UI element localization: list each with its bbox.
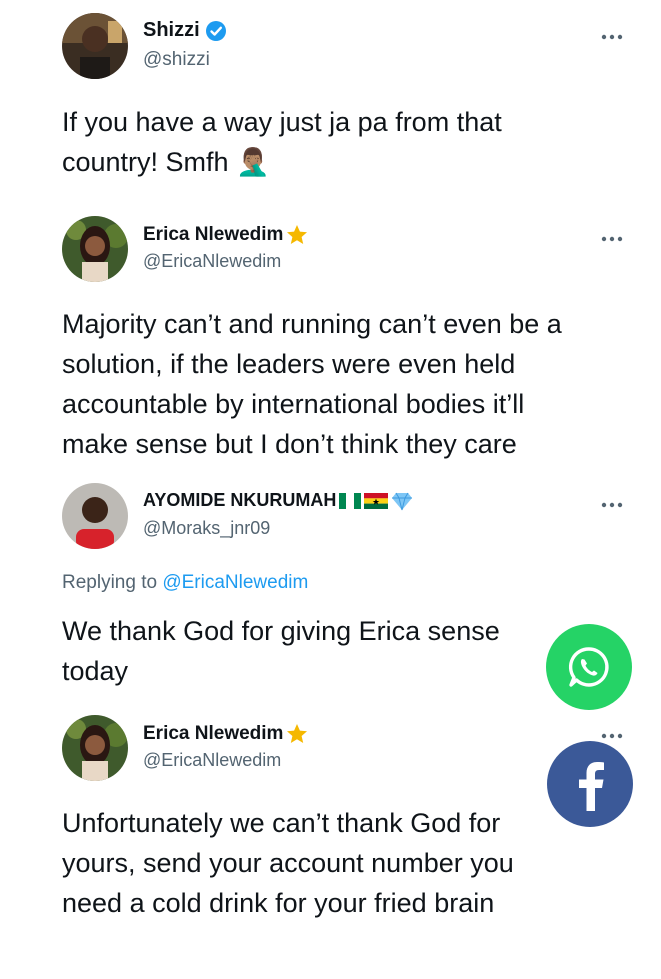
tweet-text-line: accountable by international bodies it’l… bbox=[62, 389, 525, 419]
author-name-line: Erica Nlewedim bbox=[143, 722, 309, 746]
tweet-text-line: today bbox=[62, 656, 129, 686]
tweet-text-line: We thank God for giving Erica sense bbox=[62, 616, 500, 646]
more-options-icon[interactable] bbox=[600, 231, 624, 242]
tweet-text-line: solution, if the leaders were even held bbox=[62, 349, 516, 379]
tweet-text: If you have a way just ja pa from that c… bbox=[62, 102, 622, 182]
author-name[interactable]: AYOMIDE NKURUMAH bbox=[143, 490, 336, 511]
author-name-line: Erica Nlewedim bbox=[143, 223, 309, 247]
tweet-text-line: make sense but I don’t think they care bbox=[62, 429, 517, 459]
replying-to-line: Replying to @EricaNlewedim bbox=[62, 572, 308, 594]
gem-icon bbox=[391, 491, 413, 511]
author-name-line: AYOMIDE NKURUMAH bbox=[143, 490, 413, 511]
facebook-share-button[interactable] bbox=[547, 741, 633, 827]
tweet-text-line: country! Smfh 🤦🏽‍♂️ bbox=[62, 147, 270, 177]
tweet-text-line: Majority can’t and running can’t even be… bbox=[62, 309, 562, 339]
star-icon bbox=[285, 223, 309, 247]
tweet-text-line: Unfortunately we can’t thank God for bbox=[62, 808, 501, 838]
whatsapp-icon bbox=[565, 643, 613, 691]
facebook-icon bbox=[574, 759, 606, 811]
tweet-text-line: need a cold drink for your fried brain bbox=[62, 888, 495, 918]
author-handle[interactable]: @EricaNlewedim bbox=[143, 251, 281, 272]
nigeria-flag-icon bbox=[339, 492, 362, 509]
author-handle[interactable]: @EricaNlewedim bbox=[143, 750, 281, 771]
avatar[interactable] bbox=[62, 13, 128, 79]
author-name[interactable]: Shizzi bbox=[143, 19, 200, 42]
avatar[interactable] bbox=[62, 715, 128, 781]
tweet-text: We thank God for giving Erica sense toda… bbox=[62, 611, 622, 691]
tweet-shizzi: Shizzi @shizzi If you have a way just ja… bbox=[0, 0, 661, 200]
more-options-icon[interactable] bbox=[600, 29, 624, 40]
verified-badge-icon bbox=[205, 20, 227, 42]
tweet-erica-second-reply: Erica Nlewedim @EricaNlewedim Unfortunat… bbox=[0, 700, 661, 979]
author-name-line: Shizzi bbox=[143, 19, 227, 42]
author-handle[interactable]: @Moraks_jnr09 bbox=[143, 518, 270, 539]
star-icon bbox=[285, 722, 309, 746]
tweet-text-line: If you have a way just ja pa from that bbox=[62, 107, 502, 137]
avatar[interactable] bbox=[62, 483, 128, 549]
more-options-icon[interactable] bbox=[600, 728, 624, 739]
ghana-flag-icon bbox=[364, 492, 389, 509]
tweet-text: Majority can’t and running can’t even be… bbox=[62, 304, 622, 464]
tweet-erica-reply: Erica Nlewedim @EricaNlewedim Majority c… bbox=[0, 200, 661, 470]
replying-to-link[interactable]: @EricaNlewedim bbox=[162, 572, 308, 593]
more-options-icon[interactable] bbox=[600, 497, 624, 508]
author-name[interactable]: Erica Nlewedim bbox=[143, 224, 283, 246]
tweet-text-line: yours, send your account number you bbox=[62, 848, 514, 878]
author-name[interactable]: Erica Nlewedim bbox=[143, 723, 283, 745]
replying-prefix: Replying to bbox=[62, 572, 163, 593]
author-handle[interactable]: @shizzi bbox=[143, 49, 210, 71]
avatar[interactable] bbox=[62, 216, 128, 282]
whatsapp-share-button[interactable] bbox=[546, 624, 632, 710]
tweet-text: Unfortunately we can’t thank God for you… bbox=[62, 803, 622, 923]
